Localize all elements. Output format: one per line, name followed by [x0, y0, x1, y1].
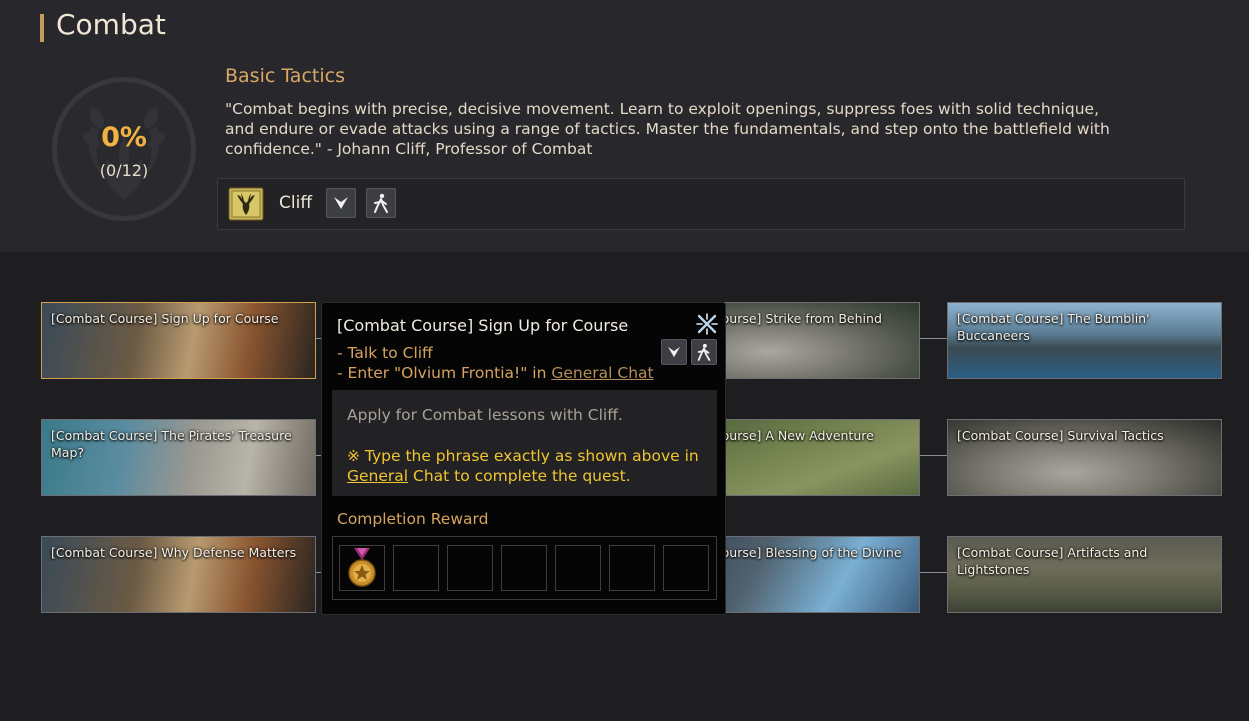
connector-line — [920, 455, 947, 456]
quest-card[interactable]: [Combat Course] Survival Tactics — [947, 419, 1222, 496]
tooltip-step-text: - Enter "Olvium Frontia!" in — [337, 364, 552, 382]
section-description: "Combat begins with precise, decisive mo… — [225, 100, 1110, 158]
reward-slot-empty — [501, 545, 547, 591]
title-accent-bar — [40, 14, 44, 42]
reward-slot-empty — [447, 545, 493, 591]
general-chat-link[interactable]: General Chat — [551, 364, 653, 382]
quest-card-label: [Combat Course] Survival Tactics — [957, 428, 1164, 443]
auto-walk-button[interactable] — [366, 188, 396, 218]
connector-line — [920, 338, 947, 339]
quest-card[interactable]: [Combat Course] Sign Up for Course — [41, 302, 316, 379]
quest-card-label: [Combat Course] Sign Up for Course — [51, 311, 279, 326]
crossed-swords-icon — [696, 313, 718, 335]
medal-icon — [348, 548, 376, 587]
quest-card[interactable]: [Combat Course] The Pirates' Treasure Ma… — [41, 419, 316, 496]
connector-line — [920, 572, 947, 573]
reward-row — [332, 536, 717, 600]
progress-count: (0/12) — [99, 161, 149, 180]
tooltip-step: - Enter "Olvium Frontia!" in General Cha… — [337, 364, 654, 382]
reward-slot[interactable] — [339, 545, 385, 591]
quest-card[interactable]: [Combat Course] Why Defense Matters — [41, 536, 316, 613]
progress-percent: 0% — [101, 122, 147, 153]
reward-slot-empty — [663, 545, 709, 591]
quest-description-box: Apply for Combat lessons with Cliff. ※ T… — [332, 390, 717, 496]
navigate-button[interactable] — [326, 188, 356, 218]
quest-card[interactable]: [Combat Course] The Bumblin' Buccaneers — [947, 302, 1222, 379]
auto-walk-button[interactable] — [691, 339, 717, 365]
chevron-down-icon — [668, 346, 680, 358]
npc-name: Cliff — [279, 193, 313, 213]
reward-slot-empty — [555, 545, 601, 591]
quest-card-label: [Combat Course] Artifacts and Lightstone… — [957, 545, 1148, 577]
quest-card-label: [Combat Course] Why Defense Matters — [51, 545, 297, 560]
navigate-button[interactable] — [661, 339, 687, 365]
quest-note-text: ※ Type the phrase exactly as shown above… — [347, 447, 699, 465]
section-title: Basic Tactics — [225, 65, 345, 87]
walking-person-icon — [374, 193, 388, 213]
reward-slot-empty — [609, 545, 655, 591]
tooltip-title: [Combat Course] Sign Up for Course — [337, 316, 629, 335]
quest-card-label: [Combat Course] The Bumblin' Buccaneers — [957, 311, 1150, 343]
quest-card[interactable]: [Combat Course] Artifacts and Lightstone… — [947, 536, 1222, 613]
progress-ring: 0% (0/12) — [52, 77, 196, 221]
chevron-down-icon — [334, 197, 348, 209]
reward-slot-empty — [393, 545, 439, 591]
header-panel: Combat 0% (0/12) Basic Tactics "Combat b… — [0, 0, 1249, 252]
quest-note-text: Chat to complete the quest. — [408, 467, 631, 485]
quest-note: ※ Type the phrase exactly as shown above… — [347, 446, 707, 486]
reward-label: Completion Reward — [337, 510, 489, 528]
walking-person-icon — [697, 343, 711, 361]
deer-head-book-icon — [228, 187, 264, 221]
quest-description: Apply for Combat lessons with Cliff. — [347, 406, 623, 424]
quest-card-label: [Combat Course] The Pirates' Treasure Ma… — [51, 428, 292, 460]
general-chat-link[interactable]: General — [347, 467, 408, 485]
page-title: Combat — [56, 8, 166, 41]
quest-tooltip: [Combat Course] Sign Up for Course - Tal… — [321, 302, 726, 615]
npc-bar: Cliff — [217, 178, 1185, 230]
tooltip-step: - Talk to Cliff — [337, 344, 433, 362]
